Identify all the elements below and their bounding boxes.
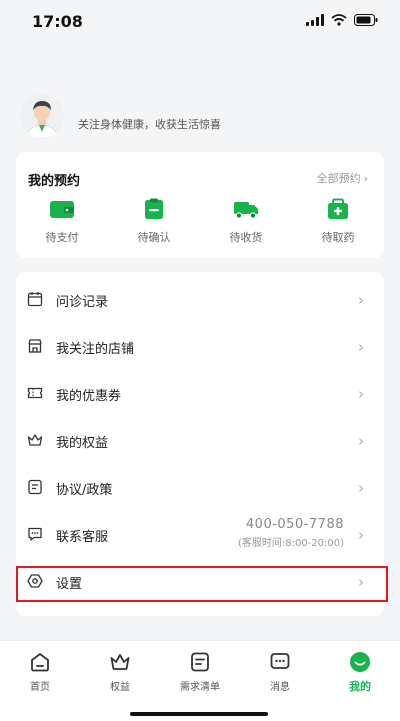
tab-label: 权益: [110, 682, 130, 693]
avatar[interactable]: [20, 94, 64, 138]
clipboard-check-icon: [145, 198, 163, 219]
crown-icon: [110, 654, 130, 670]
settings-highlight-box: [16, 566, 388, 602]
appt-pending-delivery[interactable]: 待收货: [200, 198, 292, 245]
menu-label: 联系客服: [56, 530, 109, 545]
chat-icon: [28, 527, 42, 541]
truck-icon: [234, 202, 258, 219]
tab-benefits[interactable]: 权益: [86, 651, 154, 693]
tab-label: 需求清单: [180, 682, 220, 693]
customer-service-hours: (客服时间:8:00-20:00): [237, 538, 344, 549]
menu-label: 问诊记录: [56, 295, 109, 310]
appt-label: 待支付: [45, 231, 79, 244]
appt-pending-pickup[interactable]: 待取药: [292, 198, 384, 245]
menu-label: 我关注的店铺: [56, 342, 135, 357]
document-icon: [28, 479, 42, 495]
menu-item-followed-stores[interactable]: 我关注的店铺 ›: [16, 323, 384, 369]
menu-item-coupons[interactable]: 我的优惠券 ›: [16, 370, 384, 416]
menu-label: 协议/政策: [56, 483, 113, 498]
customer-service-phone: 400-050-7788: [245, 517, 344, 532]
appointments-title: 我的预约: [28, 174, 81, 189]
all-appointments-label: 全部预约: [316, 172, 361, 185]
chevron-right-icon: ›: [358, 291, 364, 309]
calendar-icon: [27, 292, 43, 307]
signal-icon: [306, 14, 324, 26]
customer-service-info: 400-050-7788 (客服时间:8:00-20:00): [238, 517, 344, 549]
appt-label: 待收货: [229, 231, 263, 244]
menu-item-benefits[interactable]: 我的权益 ›: [16, 417, 384, 463]
appointments-card: 我的预约 全部预约 › 待支付 待确认 待收货 待取药: [16, 152, 384, 258]
appt-label: 待取药: [321, 231, 355, 244]
menu-label: 我的优惠券: [56, 389, 122, 404]
status-time: 17:08: [32, 12, 83, 31]
coupon-icon: [27, 387, 43, 399]
status-icons: [306, 14, 378, 26]
chevron-right-icon: ›: [363, 172, 368, 185]
menu-item-consult-records[interactable]: 问诊记录 ›: [16, 276, 384, 322]
profile-slogan: 关注身体健康，收获生活惊喜: [78, 118, 221, 131]
menu-item-customer-service[interactable]: 联系客服 400-050-7788 (客服时间:8:00-20:00) ›: [16, 511, 384, 557]
store-icon: [28, 339, 42, 353]
tab-mine[interactable]: 我的: [326, 651, 394, 694]
tab-label: 我的: [349, 680, 371, 693]
menu-item-agreements[interactable]: 协议/政策 ›: [16, 464, 384, 510]
profile-smile-icon: [350, 652, 370, 672]
profile-header[interactable]: 关注身体健康，收获生活惊喜: [16, 92, 386, 138]
crown-icon: [27, 434, 43, 446]
menu-label: 我的权益: [56, 436, 109, 451]
wallet-icon: [50, 201, 74, 218]
tab-bar: 首页 权益 需求清单 消息 我的: [0, 640, 400, 721]
appt-pending-confirm[interactable]: 待确认: [108, 198, 200, 245]
list-icon: [191, 652, 209, 672]
chevron-right-icon: ›: [358, 385, 364, 403]
tab-home[interactable]: 首页: [6, 651, 74, 693]
wifi-icon: [331, 14, 347, 26]
all-appointments-link[interactable]: 全部预约 ›: [317, 170, 368, 186]
chevron-right-icon: ›: [358, 338, 364, 356]
appt-label: 待确认: [137, 231, 171, 244]
message-icon: [270, 653, 290, 669]
chevron-right-icon: ›: [358, 479, 364, 497]
status-bar: 17:08: [0, 0, 400, 40]
chevron-right-icon: ›: [358, 432, 364, 450]
tab-label: 消息: [270, 682, 290, 693]
tab-label: 首页: [30, 682, 50, 693]
medicine-box-icon: [328, 198, 348, 219]
home-indicator: [130, 712, 268, 716]
tab-messages[interactable]: 消息: [246, 651, 314, 693]
appt-pending-payment[interactable]: 待支付: [16, 198, 108, 245]
home-icon: [31, 653, 49, 672]
tab-demand-list[interactable]: 需求清单: [166, 651, 234, 693]
battery-icon: [354, 14, 378, 26]
menu-card: 问诊记录 › 我关注的店铺 › 我的优惠券 › 我的权益 › 协议/政策 › 联…: [16, 272, 384, 616]
chevron-right-icon: ›: [358, 526, 364, 544]
